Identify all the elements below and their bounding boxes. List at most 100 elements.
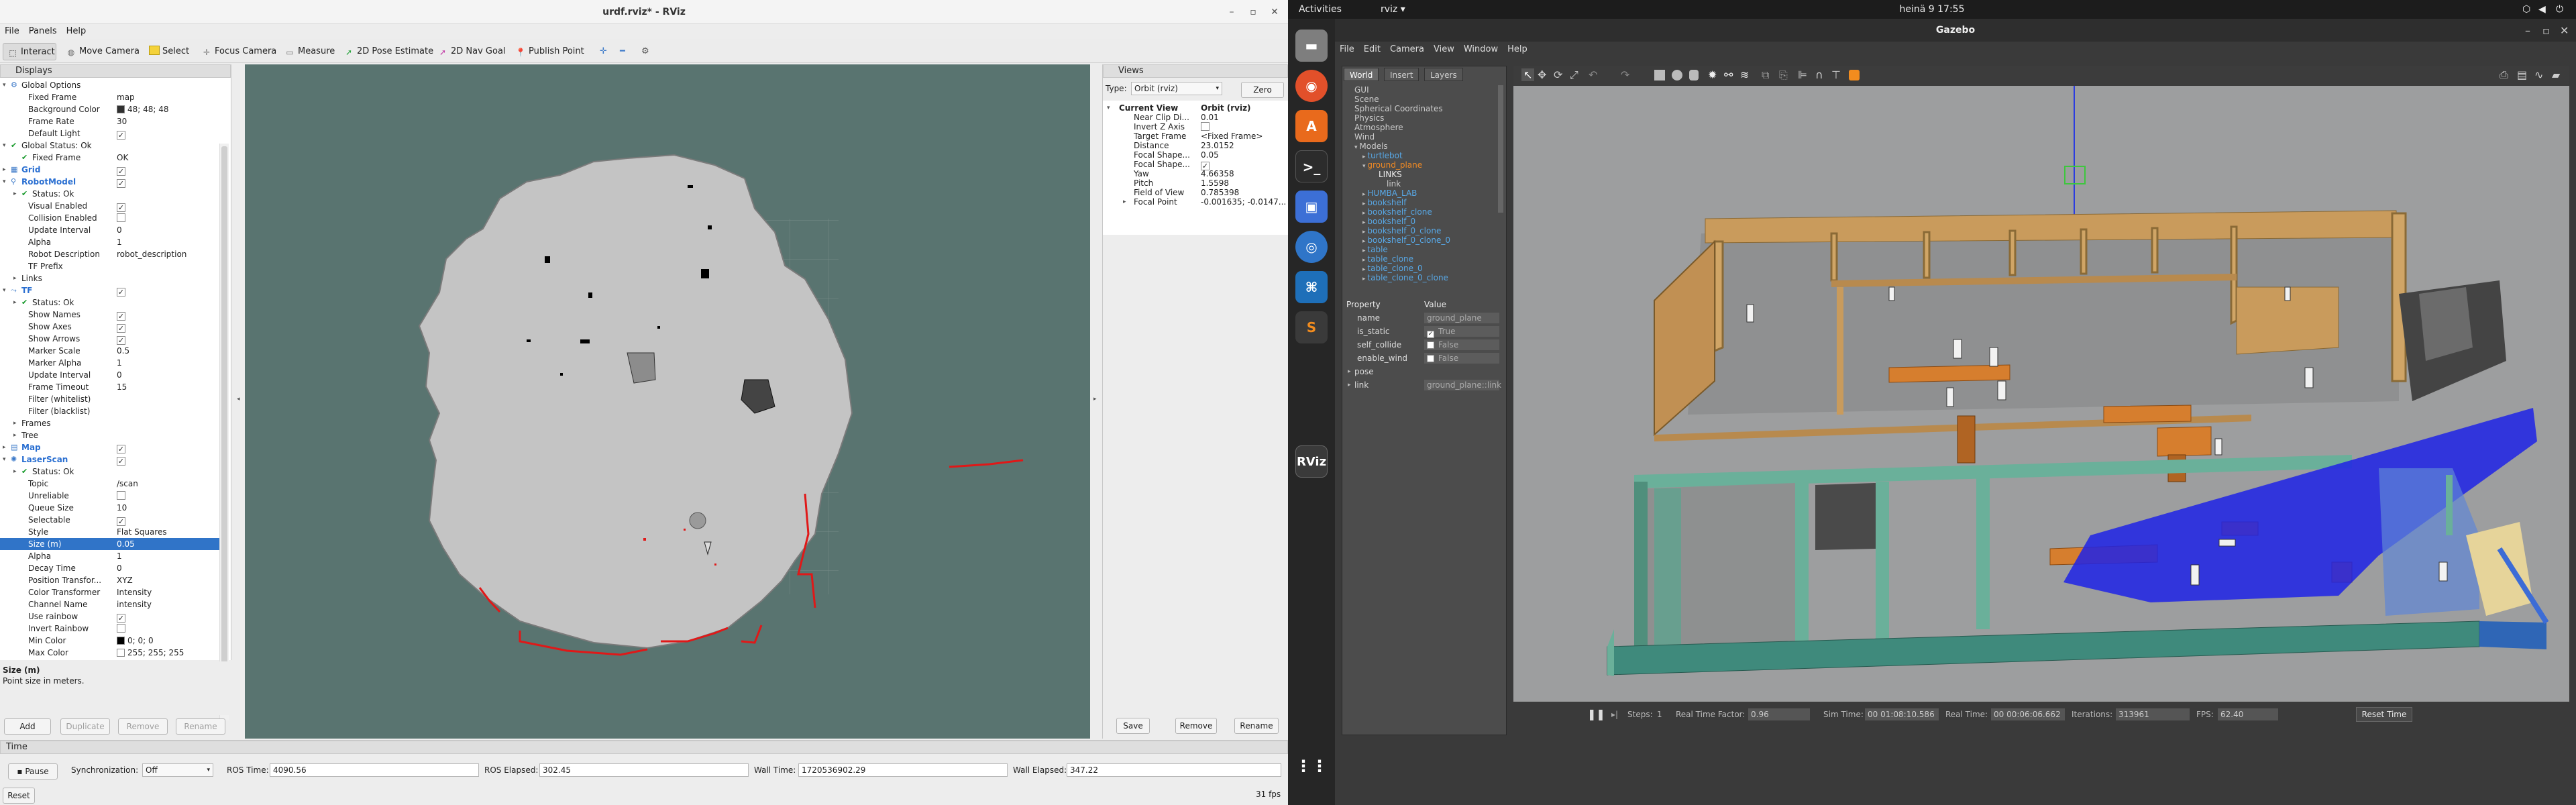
display-row-value[interactable]: 10 xyxy=(117,502,127,514)
display-row[interactable]: Size (m) 0.05 xyxy=(0,538,220,550)
select-mode-icon[interactable]: ↖ xyxy=(1521,68,1535,81)
display-row[interactable]: ▸ ✔ Status: Ok xyxy=(0,297,220,309)
view-property-value[interactable] xyxy=(1201,122,1210,131)
wall-elapsed-field[interactable]: 347.22 xyxy=(1067,763,1281,777)
expand-arrow-icon[interactable]: ▾ xyxy=(3,79,6,91)
scale-mode-icon[interactable]: ⤢ xyxy=(1570,68,1578,82)
property-row[interactable]: ▸ link ground_plane::link xyxy=(1344,379,1503,391)
display-row[interactable]: ✔ Fixed Frame OK xyxy=(0,152,220,164)
checkbox[interactable]: ✓ xyxy=(117,131,125,140)
expand-arrow-icon[interactable]: ▾ xyxy=(3,140,6,152)
pose-estimate-tool[interactable]: ➚ 2D Pose Estimate xyxy=(339,43,433,60)
checkbox[interactable] xyxy=(117,213,125,222)
property-row[interactable]: ▸ pose xyxy=(1344,366,1503,378)
network-icon[interactable]: ⬡ xyxy=(2522,0,2530,19)
property-value[interactable] xyxy=(1424,366,1499,377)
display-row[interactable]: Queue Size 10 xyxy=(0,502,220,514)
snap-icon[interactable]: ∩ xyxy=(1815,68,1823,81)
gz-menu-file[interactable]: File xyxy=(1335,42,1359,58)
display-row[interactable]: Filter (blacklist) xyxy=(0,405,220,417)
point-light-icon[interactable]: ✹ xyxy=(1708,68,1717,81)
duplicate-display-button[interactable]: Duplicate xyxy=(60,718,110,735)
select-tool[interactable]: Select xyxy=(145,43,189,60)
display-row[interactable]: Alpha 1 xyxy=(0,550,220,562)
video-icon[interactable]: ▰ xyxy=(2552,68,2560,81)
tree-item[interactable]: GUI xyxy=(1354,85,1369,95)
view-property-row[interactable]: Near Clip Di... 0.01 xyxy=(1106,113,1287,122)
display-row[interactable]: Show Arrows ✓ xyxy=(0,333,220,345)
screenshot-icon[interactable]: ▣ xyxy=(1295,191,1328,223)
expand-arrow-icon[interactable]: ▾ xyxy=(3,176,6,188)
tree-item[interactable]: LINKS xyxy=(1379,170,1402,179)
expand-arrow-icon[interactable]: ▸ xyxy=(13,188,17,200)
display-row-value[interactable]: 0.5 xyxy=(117,345,129,357)
displays-scrollbar[interactable] xyxy=(219,144,229,720)
color-swatch[interactable] xyxy=(117,649,125,657)
checkbox[interactable]: ✓ xyxy=(117,614,125,623)
gz-menu-view[interactable]: View xyxy=(1429,42,1459,58)
property-value[interactable]: ✓ True xyxy=(1424,326,1499,338)
display-row[interactable]: Max Color 255; 255; 255 xyxy=(0,647,220,659)
remove-display-button[interactable]: Remove xyxy=(118,718,168,735)
gz-close-icon[interactable]: ✕ xyxy=(2560,24,2569,37)
display-row[interactable]: Selectable ✓ xyxy=(0,514,220,526)
measure-tool[interactable]: ▭ Measure xyxy=(280,43,335,60)
display-row[interactable]: Show Names ✓ xyxy=(0,309,220,321)
menu-help[interactable]: Help xyxy=(62,24,91,39)
display-row-value[interactable] xyxy=(117,212,125,224)
display-row-value[interactable]: ✓ xyxy=(117,309,125,321)
tool-settings-icon[interactable]: ⚙ xyxy=(637,43,649,60)
steps-value[interactable]: 1 xyxy=(1657,703,1662,726)
display-row[interactable]: Filter (whitelist) xyxy=(0,393,220,405)
close-icon[interactable]: ✕ xyxy=(1267,4,1283,20)
display-row-value[interactable]: ✓ xyxy=(117,333,125,345)
display-row[interactable]: Visual Enabled ✓ xyxy=(0,200,220,212)
maximize-icon[interactable]: ▫ xyxy=(1245,4,1261,20)
display-row[interactable]: ▾ ✺ LaserScan ✓ xyxy=(0,453,220,466)
app-menu[interactable]: rviz ▾ xyxy=(1381,0,1405,19)
display-row[interactable]: Update Interval 0 xyxy=(0,369,220,381)
plot-icon[interactable]: ∿ xyxy=(2534,68,2543,81)
view-property-row[interactable]: ▸ Focal Point -0.001635; -0.0147... xyxy=(1106,197,1287,207)
display-row-value[interactable]: OK xyxy=(117,152,128,164)
dropdown-icon[interactable]: ⊤ xyxy=(1831,68,1841,81)
display-row[interactable]: Update Interval 0 xyxy=(0,224,220,236)
remove-tool-icon[interactable]: ━ xyxy=(616,43,625,60)
display-row[interactable]: Style Flat Squares xyxy=(0,526,220,538)
step-icon[interactable]: ▸| xyxy=(1611,703,1618,726)
vscode-icon[interactable]: ⌘ xyxy=(1295,271,1328,303)
view-property-row[interactable]: Yaw 4.66358 xyxy=(1106,169,1287,178)
nav-goal-tool[interactable]: ➚ 2D Nav Goal xyxy=(433,43,506,60)
expand-arrow-icon[interactable]: ▸ xyxy=(13,417,17,429)
screenshot-tool-icon[interactable]: ⎙ xyxy=(2500,68,2508,82)
gz-menu-help[interactable]: Help xyxy=(1503,42,1532,58)
property-value[interactable]: False xyxy=(1424,353,1499,364)
view-property-value[interactable]: 1.5598 xyxy=(1201,178,1229,188)
gazebo-3d-view[interactable] xyxy=(1513,66,2569,702)
checkbox[interactable]: ✓ xyxy=(117,445,125,453)
checkbox[interactable]: ✓ xyxy=(117,203,125,212)
display-row[interactable]: Position Transfor... XYZ xyxy=(0,574,220,586)
add-tool-icon[interactable]: ✛ xyxy=(596,43,607,60)
display-row[interactable]: Background Color 48; 48; 48 xyxy=(0,103,220,115)
display-row-value[interactable]: Flat Squares xyxy=(117,526,167,538)
gz-minimize-icon[interactable]: – xyxy=(2525,24,2530,37)
display-row-value[interactable] xyxy=(117,623,125,635)
checkbox[interactable] xyxy=(1201,122,1210,131)
checkbox[interactable]: ✓ xyxy=(117,457,125,466)
sphere-shape-icon[interactable] xyxy=(1672,70,1682,80)
display-row[interactable]: Alpha 1 xyxy=(0,236,220,248)
display-row-value[interactable]: ✓ xyxy=(117,453,125,466)
property-arrow-icon[interactable]: ▸ xyxy=(1348,379,1351,391)
view-property-row[interactable]: ▾ Current View Orbit (rviz) xyxy=(1106,103,1287,113)
save-view-button[interactable]: Save xyxy=(1116,718,1150,734)
pause-button[interactable]: ▪ Pause xyxy=(8,763,58,780)
firefox-icon[interactable]: ◉ xyxy=(1295,70,1328,102)
directional-light-icon[interactable]: ≋ xyxy=(1740,68,1749,81)
display-row-value[interactable]: 1 xyxy=(117,550,122,562)
expand-arrow-icon[interactable]: ▾ xyxy=(3,453,6,466)
menu-panels[interactable]: Panels xyxy=(24,24,62,39)
checkbox[interactable]: ✓ xyxy=(117,517,125,526)
align-icon[interactable]: ⊫ xyxy=(1798,68,1807,81)
checkbox[interactable]: ✓ xyxy=(117,312,125,321)
